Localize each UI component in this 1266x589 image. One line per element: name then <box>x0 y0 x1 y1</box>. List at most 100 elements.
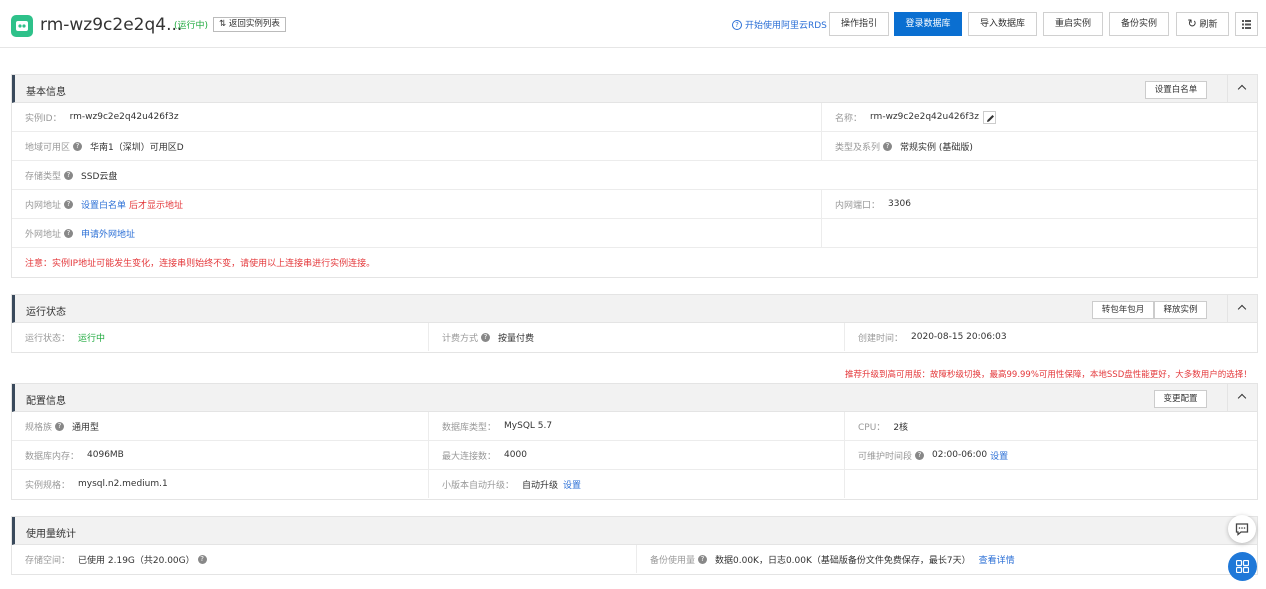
field-label: 最大连接数： <box>442 451 497 462</box>
view-details-link[interactable]: 查看详情 <box>979 553 1015 566</box>
field-label: 内网地址 <box>25 200 62 211</box>
apps-button[interactable] <box>1228 552 1257 581</box>
collapse-toggle[interactable] <box>1227 384 1257 411</box>
ip-notice: 注意：实例IP地址可能发生变化，连接串则始终不变，请使用以上连接串进行实例连接。 <box>25 258 376 269</box>
chevron-up-icon <box>1237 304 1247 314</box>
field-label: 地域可用区 <box>25 142 71 153</box>
field-label: 计费方式 <box>442 333 479 344</box>
instance-header: rm-wz9c2e2q4... (运行中) ⇅ 返回实例列表 ? 开始使用阿里云… <box>0 0 1266 48</box>
info-row: 实例ID： rm-wz9c2e2q42u426f3z 名称： rm-wz9c2e… <box>12 103 1257 132</box>
field-label: 数据库类型： <box>442 422 497 433</box>
import-db-button[interactable]: 导入数据库 <box>968 12 1037 36</box>
convert-monthly-button[interactable]: 转包年包月 <box>1092 301 1154 319</box>
apps-grid-icon <box>1236 560 1249 573</box>
field-label: 存储类型 <box>25 171 62 182</box>
field-label: 创建时间： <box>858 333 904 344</box>
help-icon[interactable]: ? <box>64 170 74 180</box>
field-label: 类型及系列 <box>835 142 881 153</box>
instance-name-value: rm-wz9c2e2q42u426f3z <box>870 112 979 122</box>
instance-status: (运行中) <box>174 21 209 31</box>
whitelist-button[interactable]: 设置白名单 <box>1145 81 1207 99</box>
section-header: 基本信息 设置白名单 <box>12 75 1257 103</box>
section-title: 运行状态 <box>26 307 66 318</box>
section-title: 基本信息 <box>26 87 66 98</box>
memory-value: 4096MB <box>87 450 124 460</box>
section-title: 配置信息 <box>26 396 66 407</box>
info-row: 存储类型? SSD云盘 <box>12 161 1257 190</box>
billing-value: 按量付费 <box>498 333 535 344</box>
dbtype-value: MySQL 5.7 <box>504 421 553 431</box>
maintenance-window-value: 02:00-06:00 <box>932 450 988 460</box>
set-whitelist-link[interactable]: 设置白名单 <box>81 198 126 211</box>
help-icon[interactable]: ? <box>73 141 83 151</box>
instance-id-value: rm-wz9c2e2q42u426f3z <box>69 112 179 122</box>
chevron-up-icon <box>1237 84 1247 94</box>
start-rds-link[interactable]: ? 开始使用阿里云RDS <box>732 18 827 31</box>
help-icon[interactable]: ? <box>64 199 74 209</box>
collapse-toggle[interactable] <box>1227 75 1257 102</box>
info-row: 地域可用区? 华南1（深圳）可用区D 类型及系列? 常规实例 (基础版) <box>12 132 1257 161</box>
running-status-value: 运行中 <box>78 333 106 344</box>
zone-value: 华南1（深圳）可用区D <box>90 142 184 153</box>
running-status-section: 运行状态 转包年包月 释放实例 运行状态： 运行中 计费方式? 按量付费 创建时… <box>11 294 1258 353</box>
help-icon[interactable]: ? <box>197 554 207 564</box>
section-header: 配置信息 变更配置 <box>12 384 1257 412</box>
upgrade-promo[interactable]: 推荐升级到高可用版：故障秒级切换，最高99.99%可用性保障，本地SSD盘性能更… <box>845 368 1252 380</box>
intranet-hint: 后才显示地址 <box>129 200 184 211</box>
instance-spec-value: mysql.n2.medium.1 <box>78 479 168 489</box>
info-row: 实例规格： mysql.n2.medium.1 小版本自动升级： 自动升级 设置 <box>12 470 1257 499</box>
field-label: 存储空间： <box>25 555 71 566</box>
chevron-up-icon <box>1237 393 1247 403</box>
type-value: 常规实例 (基础版) <box>900 142 973 153</box>
section-title: 使用量统计 <box>26 529 76 540</box>
max-connections-value: 4000 <box>504 450 527 460</box>
help-icon[interactable]: ? <box>698 554 708 564</box>
chat-button[interactable] <box>1228 515 1256 543</box>
chat-icon <box>1235 523 1249 536</box>
change-config-button[interactable]: 变更配置 <box>1154 390 1207 408</box>
help-icon[interactable]: ? <box>64 228 74 238</box>
field-label: 内网端口： <box>835 200 881 211</box>
back-to-list-button[interactable]: ⇅ 返回实例列表 <box>213 17 286 32</box>
return-icon: ⇅ <box>219 19 227 29</box>
collapse-toggle[interactable] <box>1227 295 1257 322</box>
field-label: 规格族 <box>25 422 53 433</box>
section-header: 运行状态 转包年包月 释放实例 <box>12 295 1257 323</box>
refresh-icon: ↻ <box>1187 17 1197 30</box>
field-label: 备份使用量 <box>650 555 696 566</box>
edit-icon[interactable] <box>983 110 996 124</box>
backup-usage-value: 数据0.00K，日志0.00K（基础版备份文件免费保存，最长7天） <box>715 555 971 566</box>
help-icon[interactable]: ? <box>55 421 65 431</box>
release-instance-button[interactable]: 释放实例 <box>1154 301 1207 319</box>
help-icon[interactable]: ? <box>481 332 491 342</box>
field-label: 实例规格： <box>25 480 71 491</box>
section-header: 使用量统计 <box>12 517 1257 545</box>
field-label: 名称： <box>835 113 863 124</box>
restart-button[interactable]: 重启实例 <box>1043 12 1103 36</box>
family-value: 通用型 <box>72 422 100 433</box>
field-label: 数据库内存： <box>25 451 80 462</box>
port-value: 3306 <box>888 199 911 209</box>
login-db-button[interactable]: 登录数据库 <box>894 12 962 36</box>
instance-title: rm-wz9c2e2q4... <box>40 15 183 35</box>
config-info-section: 配置信息 变更配置 规格族? 通用型 数据库类型： MySQL 5.7 CPU：… <box>11 383 1258 500</box>
field-label: 外网地址 <box>25 229 62 240</box>
info-row: 存储空间： 已使用 2.19G（共20.00G） ? 备份使用量? 数据0.00… <box>12 545 1257 574</box>
info-row: 内网地址? 设置白名单 后才显示地址 内网端口： 3306 <box>12 190 1257 219</box>
field-label: CPU： <box>858 422 886 433</box>
info-row: 规格族? 通用型 数据库类型： MySQL 5.7 CPU： 2核 <box>12 412 1257 441</box>
refresh-button[interactable]: ↻ 刷新 <box>1176 12 1229 36</box>
storage-type-value: SSD云盘 <box>81 171 118 182</box>
apply-internet-link[interactable]: 申请外网地址 <box>81 227 135 240</box>
usage-stats-section: 使用量统计 存储空间： 已使用 2.19G（共20.00G） ? 备份使用量? … <box>11 516 1258 575</box>
guide-button[interactable]: 操作指引 <box>829 12 889 36</box>
backup-button[interactable]: 备份实例 <box>1109 12 1169 36</box>
info-row: 外网地址? 申请外网地址 <box>12 219 1257 248</box>
maintenance-set-link[interactable]: 设置 <box>990 449 1008 462</box>
list-menu-button[interactable] <box>1235 12 1258 36</box>
basic-info-section: 基本信息 设置白名单 实例ID： rm-wz9c2e2q42u426f3z 名称… <box>11 74 1258 278</box>
minor-upgrade-set-link[interactable]: 设置 <box>563 478 581 491</box>
help-icon[interactable]: ? <box>883 141 893 151</box>
help-icon[interactable]: ? <box>915 450 925 460</box>
field-label: 小版本自动升级： <box>442 480 515 491</box>
